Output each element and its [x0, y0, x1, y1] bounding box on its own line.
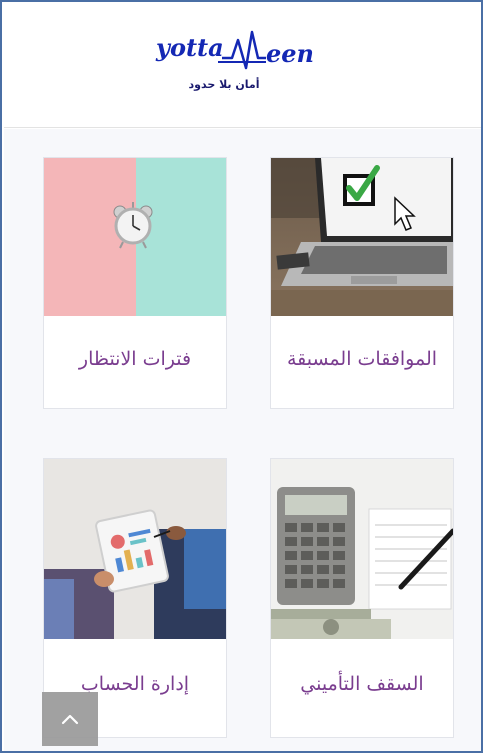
header: yotta een أمان بلا حدود: [4, 4, 481, 128]
brand-logo[interactable]: yotta een أمان بلا حدود: [154, 26, 334, 104]
card-pre-approvals[interactable]: الموافقات المسبقة: [270, 157, 454, 409]
alarm-clock-image: [44, 158, 226, 316]
logo-text-right: een: [266, 39, 314, 68]
tablet-meeting-image: [44, 459, 226, 639]
content-area: الموافقات المسبقة فترات الانتظار السقف ا…: [4, 129, 481, 751]
card-waiting-periods[interactable]: فترات الانتظار: [43, 157, 227, 409]
calculator-cash-image: [271, 459, 453, 639]
card-insurance-ceiling[interactable]: السقف التأميني: [270, 458, 454, 738]
card-title: السقف التأميني: [300, 673, 424, 695]
chevron-up-icon: [60, 710, 80, 729]
app-frame: yotta een أمان بلا حدود الموافقات المسبق…: [0, 0, 483, 753]
logo-mark: yotta een: [155, 30, 314, 70]
card-title: فترات الانتظار: [78, 348, 192, 370]
card-title: الموافقات المسبقة: [286, 348, 438, 370]
logo-text-left: yotta: [155, 33, 224, 62]
laptop-checkbox-image: [271, 158, 453, 316]
logo-tagline: أمان بلا حدود: [188, 78, 260, 91]
scroll-to-top-button[interactable]: [42, 692, 98, 746]
